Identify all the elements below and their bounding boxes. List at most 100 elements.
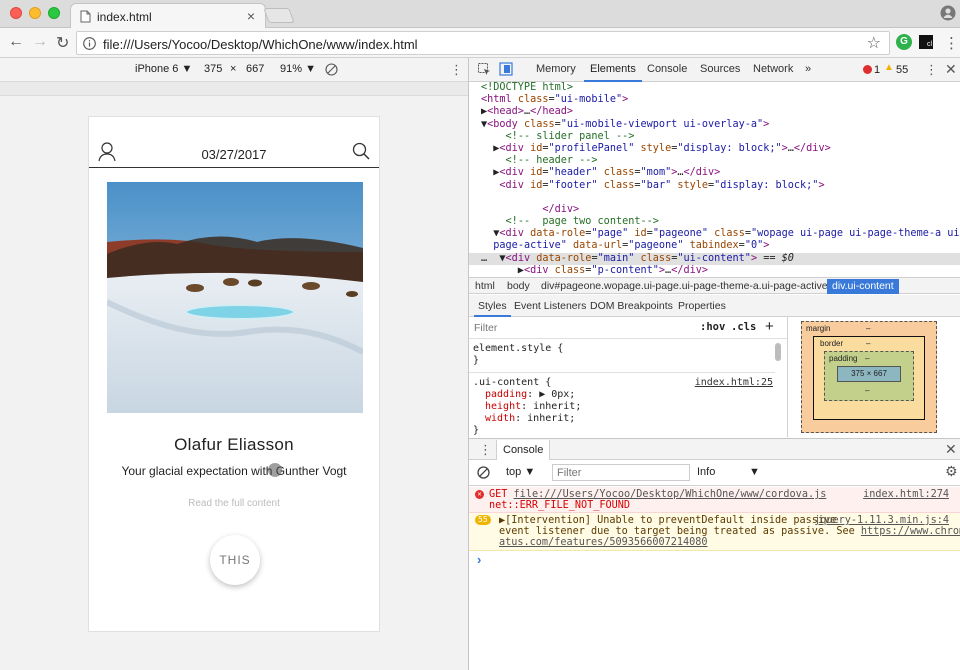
device-width[interactable]: 375 — [204, 63, 222, 75]
property-name[interactable]: padding — [485, 389, 527, 400]
zoom-select[interactable]: 91% ▼ — [280, 63, 316, 75]
dom-line[interactable]: <!DOCTYPE html> — [469, 82, 960, 94]
breadcrumb-ui-content[interactable]: div.ui-content — [827, 279, 899, 294]
property-value[interactable]: ▶ 0px; — [539, 389, 575, 400]
dom-line-selected[interactable]: … ▼<div data-role="main" class="ui-conte… — [469, 252, 960, 265]
context-value: top — [506, 466, 522, 478]
error-text: net::ERR_FILE_NOT_FOUND — [489, 500, 631, 511]
cls-toggle[interactable]: .cls — [731, 321, 756, 333]
dom-line[interactable]: ▶<div id="header" class="mom">…</div> — [469, 167, 960, 179]
dom-line[interactable]: <!-- header --> — [469, 155, 960, 167]
profile-icon[interactable] — [940, 5, 956, 21]
address-bar[interactable]: file:///Users/Yocoo/Desktop/WhichOne/www… — [76, 31, 890, 55]
tab-event-listeners[interactable]: Event Listeners — [514, 300, 586, 312]
search-icon[interactable] — [352, 142, 370, 160]
breadcrumb-html[interactable]: html — [470, 279, 500, 294]
element-style-selector[interactable]: element.style { — [473, 343, 563, 355]
hov-toggle[interactable]: :hov — [700, 321, 725, 333]
console-filter-input[interactable]: Filter — [552, 464, 690, 481]
tab-sources[interactable]: Sources — [700, 63, 740, 75]
artist-name: Olafur Eliasson — [174, 435, 294, 454]
clear-console-icon[interactable] — [477, 466, 490, 479]
new-tab-button[interactable] — [263, 8, 295, 23]
tab-styles[interactable]: Styles — [474, 300, 511, 317]
console-drawer-tab[interactable]: Console — [496, 440, 551, 460]
warning-count[interactable]: 55 — [896, 64, 908, 76]
console-prompt[interactable]: › — [477, 552, 481, 567]
devtools-close-icon[interactable]: ✕ — [945, 61, 957, 78]
device-height[interactable]: 667 — [246, 63, 264, 75]
back-button[interactable]: ← — [8, 33, 24, 51]
drawer-close-icon[interactable]: ✕ — [945, 441, 957, 458]
device-more-icon[interactable]: ⋮ — [450, 62, 463, 78]
rotate-icon[interactable] — [325, 63, 338, 76]
close-window-button[interactable] — [10, 7, 22, 19]
tab-dom-breakpoints[interactable]: DOM Breakpoints — [590, 300, 673, 312]
breadcrumb-body[interactable]: body — [502, 279, 535, 294]
error-source-link[interactable]: index.html:274 — [863, 489, 949, 501]
box-content[interactable]: 375 × 667 — [837, 366, 901, 382]
maximize-window-button[interactable] — [48, 7, 60, 19]
dom-line[interactable]: page-active" data-url="pageone" tabindex… — [469, 240, 960, 252]
more-tabs-icon[interactable]: » — [805, 63, 811, 75]
phone-screen: 03/27/2017 Olafur Eliasson Your glacial … — [88, 116, 380, 632]
dimension-separator: × — [230, 63, 237, 75]
box-margin[interactable]: margin – border – padding – 375 × 667 – — [801, 321, 937, 433]
styles-filter-input[interactable]: Filter — [474, 322, 497, 334]
dom-line[interactable]: ▶<div id="profilePanel" style="display: … — [469, 143, 960, 155]
property-value[interactable]: inherit; — [527, 413, 575, 424]
extension-2-icon[interactable]: cl — [919, 35, 933, 49]
box-border[interactable]: border – padding – 375 × 667 – — [813, 336, 925, 420]
reload-button[interactable]: ↻ — [56, 33, 69, 53]
dom-line[interactable]: </div> — [469, 204, 960, 216]
log-level-select[interactable]: Info ▼ — [697, 466, 760, 478]
tab-close-icon[interactable]: × — [247, 8, 255, 24]
drawer-menu-icon[interactable]: ⋮ — [479, 442, 492, 458]
dom-line[interactable]: <!-- slider panel --> — [469, 131, 960, 143]
tab-properties[interactable]: Properties — [678, 300, 726, 312]
inspect-element-icon[interactable] — [478, 63, 491, 76]
dom-line[interactable]: ▼<div data-role="page" id="pageone" clas… — [469, 228, 960, 240]
error-url-link[interactable]: file:///Users/Yocoo/Desktop/WhichOne/www… — [514, 489, 827, 500]
dom-line[interactable]: <div id="footer" class="bar" style="disp… — [469, 180, 960, 192]
dom-line[interactable] — [469, 192, 960, 204]
read-more-link[interactable]: Read the full content — [89, 498, 379, 509]
forward-button[interactable]: → — [32, 33, 48, 51]
this-button[interactable]: THIS — [210, 535, 260, 585]
property-value[interactable]: inherit; — [533, 401, 581, 412]
devtools-menu-icon[interactable]: ⋮ — [925, 62, 938, 78]
extension-icon[interactable]: G — [896, 34, 912, 50]
tab-memory[interactable]: Memory — [536, 63, 576, 75]
dom-line[interactable]: <!-- page two content--> — [469, 216, 960, 228]
bookmark-star-icon[interactable]: ☆ — [867, 33, 881, 53]
dom-line[interactable]: ▶<head>…</head> — [469, 106, 960, 118]
tab-network[interactable]: Network — [753, 63, 793, 75]
console-settings-icon[interactable]: ⚙ — [945, 463, 958, 480]
device-select[interactable]: iPhone 6 ▼ — [135, 63, 192, 75]
device-mode-icon[interactable] — [499, 62, 513, 76]
error-count[interactable]: 1 — [874, 64, 880, 76]
styles-scrollbar[interactable] — [775, 343, 781, 361]
box-padding[interactable]: padding – 375 × 667 – — [824, 351, 914, 401]
tab-elements[interactable]: Elements — [584, 63, 642, 82]
context-select[interactable]: top ▼ — [506, 466, 535, 478]
chrome-menu-icon[interactable]: ⋮ — [944, 34, 959, 52]
warning-source-link[interactable]: jquery-1.11.3.min.js:4 — [814, 515, 949, 527]
dom-line[interactable]: <html class="ui-mobile"> — [469, 94, 960, 106]
property-name[interactable]: width — [485, 413, 515, 424]
warning-link[interactable]: https://www.chromest — [861, 526, 960, 537]
breadcrumb-pageone[interactable]: div#pageone.wopage.ui-page.ui-page-theme… — [536, 279, 833, 294]
rule-source-link[interactable]: index.html:25 — [695, 377, 773, 389]
padding-top-value: – — [865, 354, 870, 363]
browser-tab[interactable]: index.html × — [70, 3, 266, 29]
tab-console[interactable]: Console — [647, 63, 687, 75]
dom-line[interactable]: ▶<div class="p-content">…</div> — [469, 265, 960, 277]
dom-line[interactable]: ▼<body class="ui-mobile-viewport ui-over… — [469, 119, 960, 131]
minimize-window-button[interactable] — [29, 7, 41, 19]
tab-title: index.html — [97, 10, 152, 24]
warning-link-continued[interactable]: atus.com/features/5093566007214080 — [499, 537, 708, 549]
warning-line-1[interactable]: ▶[Intervention] Unable to preventDefault… — [499, 515, 836, 527]
property-name[interactable]: height — [485, 401, 521, 412]
info-icon[interactable] — [83, 37, 96, 50]
new-rule-button[interactable]: + — [765, 318, 774, 335]
